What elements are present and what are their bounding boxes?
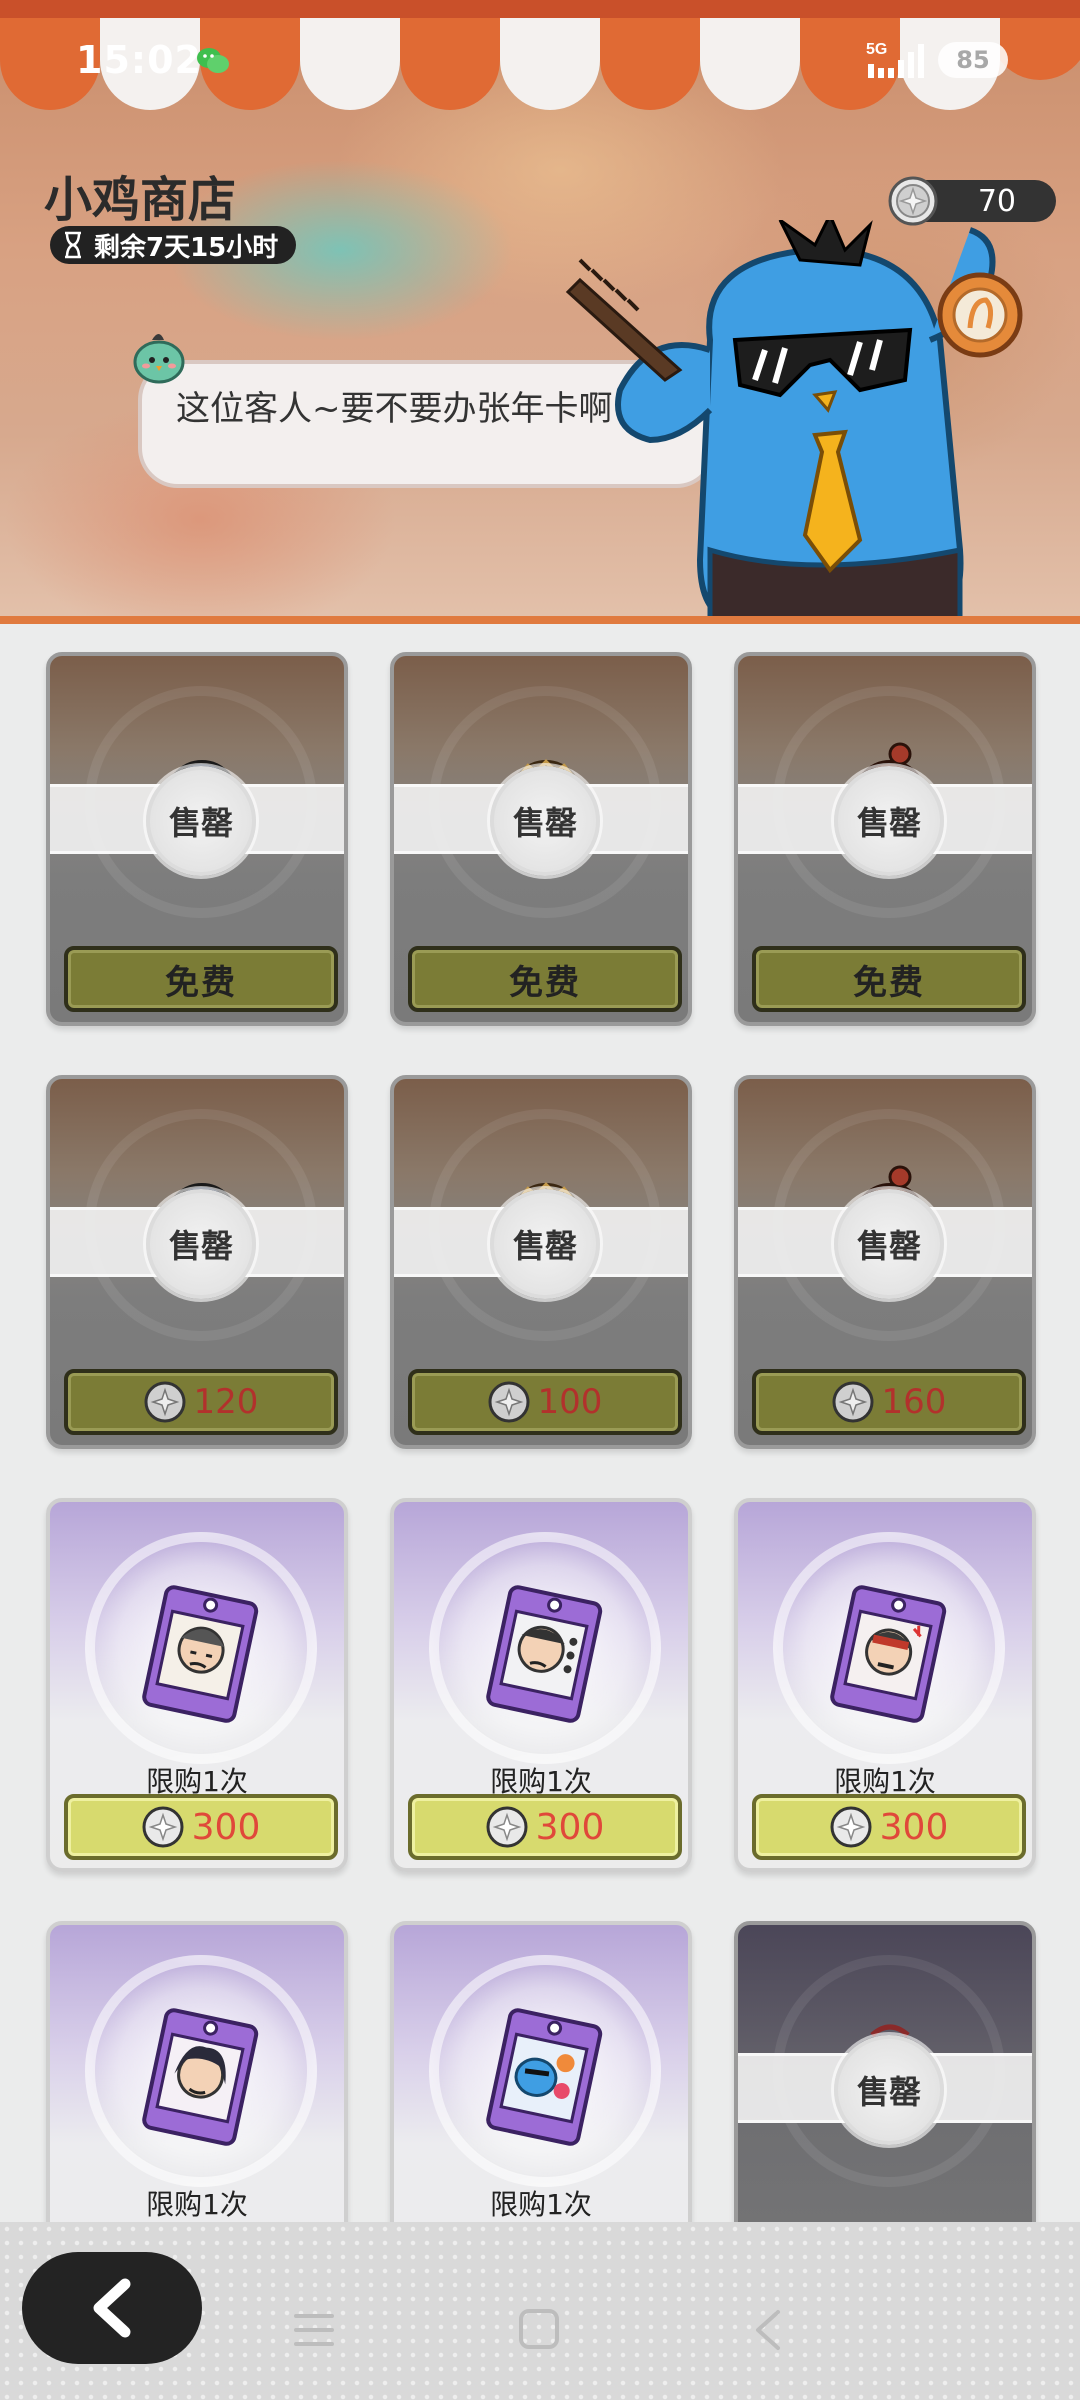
price-value: 160 [881,1382,947,1422]
coin-icon [832,1381,874,1423]
buy-button[interactable]: 300 [64,1794,338,1860]
sold-out-badge: 售罄 [834,766,944,876]
sold-out-badge: 售罄 [834,1189,944,1299]
price-label: 免费 [509,962,581,1003]
coin-icon [144,1381,186,1423]
coin-balance[interactable]: 70 [888,176,1056,226]
back-button[interactable] [22,2252,202,2364]
price-button[interactable]: 160 [752,1369,1026,1435]
sticker-pack-icon [486,1585,603,1723]
battery-indicator: 85 [938,42,1008,78]
wechat-icon [197,48,229,73]
sold-out-badge: 售罄 [490,766,600,876]
buy-button[interactable]: 300 [408,1794,682,1860]
price-value: 120 [193,1382,259,1422]
shop-title: 小鸡商店 [44,172,237,228]
coin-icon [830,1806,872,1848]
price-button[interactable]: 120 [64,1369,338,1435]
signal-icon: 5G [866,41,924,78]
sold-out-badge: 售罄 [146,1189,256,1299]
shop-banner: 15:02 5G 85 小鸡商店 剩余7天15小时 70 这位客人~要不要办张年… [0,0,1080,622]
item-grid: 售罄 免费 售罄 免费 售罄 免费 售罄 120 售罄 100 售罄 160 限… [0,622,1080,2295]
item-card-9[interactable]: 限购1次 300 [734,1498,1036,1872]
sticker-pack-icon [486,2008,603,2146]
item-card-3[interactable]: 售罄 免费 [734,652,1036,1026]
chick-avatar-icon [133,334,185,384]
shopkeeper-mascot [565,220,1023,620]
menu-icon[interactable] [290,2310,338,2350]
coin-balance-value: 70 [977,183,1016,219]
coin-icon [888,176,938,226]
sticker-pack-icon [142,1585,259,1723]
price-button[interactable]: 免费 [408,946,682,1012]
item-card-4[interactable]: 售罄 120 [46,1075,348,1449]
status-time: 15:02 [76,38,202,82]
price-label: 免费 [165,962,237,1003]
price-value: 300 [191,1806,261,1848]
sticker-pack-icon [142,2008,259,2146]
price-value: 300 [535,1806,605,1848]
price-value: 100 [537,1382,603,1422]
chevron-left-icon [93,2278,131,2338]
item-card-8[interactable]: 限购1次 300 [390,1498,692,1872]
item-card-1[interactable]: 售罄 免费 [46,652,348,1026]
time-left-pill: 剩余7天15小时 [50,226,297,264]
hourglass-icon [65,231,81,259]
item-card-5[interactable]: 售罄 100 [390,1075,692,1449]
purchase-limit: 限购1次 [490,2188,592,2221]
sold-out-badge: 售罄 [490,1189,600,1299]
item-card-6[interactable]: 售罄 160 [734,1075,1036,1449]
time-left-text: 剩余7天15小时 [94,232,279,263]
buy-button[interactable]: 300 [752,1794,1026,1860]
item-card-2[interactable]: 售罄 免费 [390,652,692,1026]
sold-out-badge: 售罄 [146,766,256,876]
price-value: 300 [879,1806,949,1848]
coin-icon [488,1381,530,1423]
home-icon[interactable] [516,2306,562,2352]
sold-out-badge: 售罄 [834,2035,944,2145]
purchase-limit: 限购1次 [146,2188,248,2221]
price-button[interactable]: 100 [408,1369,682,1435]
price-button[interactable]: 免费 [64,946,338,1012]
price-button[interactable]: 免费 [752,946,1026,1012]
sticker-pack-icon [830,1585,947,1723]
price-label: 免费 [853,962,925,1003]
bottom-navigation [0,2222,1080,2400]
back-icon[interactable] [750,2308,786,2352]
coin-icon [142,1806,184,1848]
coin-icon [486,1806,528,1848]
item-card-7[interactable]: 限购1次 300 [46,1498,348,1872]
network-label: 5G [866,41,887,58]
